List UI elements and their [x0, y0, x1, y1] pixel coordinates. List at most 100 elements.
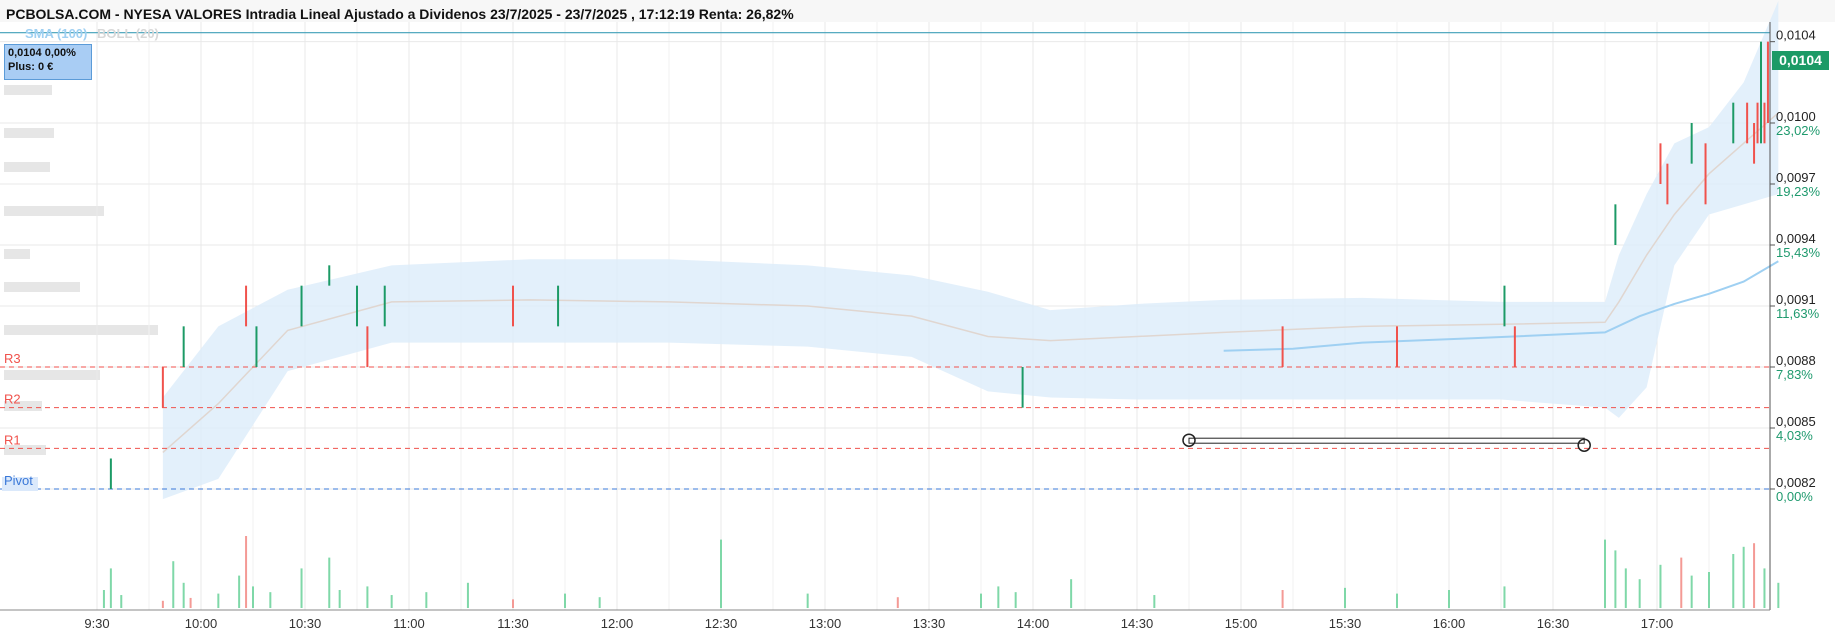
x-tick-label: 10:30 [289, 616, 322, 631]
volume-bar [1742, 546, 1745, 608]
volume-bar [366, 586, 369, 608]
volume-bar [217, 593, 220, 608]
volume-bar [564, 593, 566, 608]
y-tick-pct: 19,23% [1776, 184, 1821, 199]
x-tick-label: 10:00 [185, 616, 218, 631]
volume-bar [896, 597, 899, 608]
y-tick-pct: 23,02% [1776, 123, 1821, 138]
x-tick-label: 15:00 [1225, 616, 1258, 631]
level-label-r1: R1 [4, 432, 21, 447]
volume-bar [1763, 568, 1766, 608]
volume-bar [1014, 592, 1017, 608]
volume-bar [1281, 590, 1284, 608]
level-label-r2: R2 [4, 392, 21, 407]
y-tick-label: 0,0091 [1776, 292, 1816, 307]
volume-bar [425, 592, 428, 608]
y-tick-pct: 7,83% [1776, 367, 1813, 382]
volume-bar [120, 595, 123, 608]
volume-bar [238, 575, 241, 608]
volume-profile-bar [4, 249, 30, 259]
volume-profile-bar [4, 325, 158, 335]
legend-boll[interactable]: BOLL (20) [97, 26, 159, 41]
price-chart[interactable]: R3 R2 R1 Pivot 0,0104 0,010023,02% 0,009719,2… [0, 0, 1835, 638]
x-tick-label: 11:00 [393, 616, 425, 631]
y-tick-label: 0,0088 [1776, 353, 1816, 368]
trendline-body [1188, 437, 1585, 444]
x-tick-label: 9:30 [84, 616, 109, 631]
y-tick-label: 0,0104 [1776, 28, 1816, 43]
level-label-pivot: Pivot [4, 473, 33, 488]
chart-title: PCBOLSA.COM - NYESA VALORES Intradia Lin… [6, 6, 794, 22]
volume-profile-bar [4, 85, 52, 95]
volume-bar [328, 557, 331, 608]
x-tick-label: 16:30 [1537, 616, 1570, 631]
volume-bar [1614, 550, 1617, 608]
volume-profile-bar [4, 370, 100, 380]
volume-bar [161, 600, 164, 608]
volume-bar [1753, 543, 1756, 608]
indicator-legend[interactable]: SMA (100) BOLL (20) [25, 26, 159, 41]
volume-bar [1708, 572, 1710, 608]
volume-profile-bar [4, 162, 50, 172]
legend-sma[interactable]: SMA (100) [25, 26, 87, 41]
volume-bar [269, 592, 272, 608]
volume-bar [1659, 564, 1662, 608]
volume-bar [997, 586, 1000, 608]
volume-bar [300, 568, 303, 608]
volume-bar [1344, 587, 1346, 608]
level-label-r3: R3 [4, 351, 21, 366]
x-tick-label: 12:30 [705, 616, 738, 631]
volume-bar [1680, 557, 1683, 608]
volume-bar [252, 586, 254, 608]
volume-bar [1777, 582, 1780, 608]
y-tick-pct: 0,00% [1776, 489, 1813, 504]
y-tick-label: 0,0082 [1776, 475, 1816, 490]
volume-bar [720, 539, 722, 608]
info-box: 0,0104 0,00% Plus: 0 € [4, 44, 92, 80]
volume-bar [1070, 579, 1073, 608]
y-tick-label: 0,0085 [1776, 414, 1816, 429]
info-price: 0,0104 0,00% [8, 47, 76, 59]
x-tick-label: 17:00 [1641, 616, 1674, 631]
volume-bar [598, 597, 601, 608]
y-tick-pct: 11,63% [1776, 306, 1820, 321]
info-plus: Plus: 0 € [8, 61, 54, 73]
y-tick-label: 0,0097 [1776, 170, 1816, 185]
volume-profile-bar [4, 128, 54, 138]
volume-bar [1624, 568, 1627, 608]
volume-bar [512, 599, 514, 608]
volume-bar [189, 597, 192, 608]
last-price-tag: 0,0104 [1772, 51, 1829, 70]
x-tick-label: 14:00 [1017, 616, 1050, 631]
y-tick-label: 0,0100 [1776, 109, 1816, 124]
x-tick-label: 15:30 [1329, 616, 1362, 631]
volume-bar [172, 561, 175, 608]
volume-bar [1638, 579, 1641, 608]
volume-bar [1448, 590, 1450, 608]
volume-bar [1604, 539, 1606, 608]
volume-bar [102, 590, 105, 608]
x-tick-label: 13:00 [809, 616, 842, 631]
x-tick-label: 16:00 [1433, 616, 1466, 631]
volume-bar [182, 582, 185, 608]
volume-bar [390, 595, 393, 608]
volume-bar [109, 568, 112, 608]
y-tick-pct: 4,03% [1776, 428, 1813, 443]
volume-bar [1690, 575, 1693, 608]
volume-profile-bar [4, 282, 80, 292]
x-tick-label: 13:30 [913, 616, 946, 631]
volume-bar [980, 593, 982, 608]
volume-profile-bar [4, 206, 104, 216]
volume-bar [1153, 595, 1156, 608]
volume-bar [806, 593, 809, 608]
y-tick-pct: 15,43% [1776, 245, 1821, 260]
volume-bar [245, 536, 248, 608]
x-tick-label: 11:30 [497, 616, 529, 631]
x-tick-label: 12:00 [601, 616, 634, 631]
volume-bar [1732, 554, 1735, 608]
x-tick-label: 14:30 [1121, 616, 1154, 631]
volume-bar [338, 590, 341, 608]
volume-bar [1396, 593, 1398, 608]
volume-bar [1503, 586, 1506, 608]
volume-bar [466, 582, 469, 608]
